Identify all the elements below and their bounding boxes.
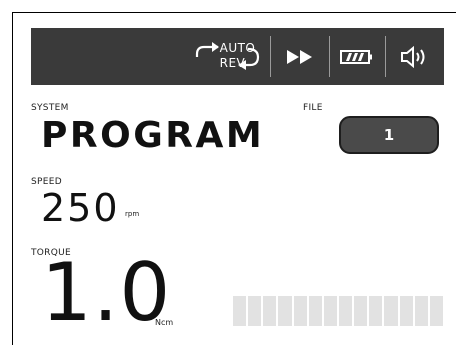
torque-gauge-segment (233, 296, 247, 326)
torque-gauge-segment (354, 296, 368, 326)
speed-unit: rpm (125, 210, 140, 218)
battery-status (330, 28, 385, 85)
torque-gauge-segment (308, 296, 322, 326)
torque-gauge-segment (399, 296, 413, 326)
torque-unit: Ncm (155, 318, 174, 327)
status-toolbar: AUTO REV (31, 28, 444, 85)
fast-forward-icon (286, 49, 312, 64)
torque-gauge-segment (384, 296, 398, 326)
torque-gauge-segment (414, 296, 428, 326)
torque-gauge-segment (338, 296, 353, 326)
auto-reverse-button[interactable]: AUTO REV (192, 28, 270, 85)
torque-gauge-segment (278, 296, 292, 326)
torque-gauge-segment (263, 296, 277, 326)
file-label: FILE (303, 103, 323, 113)
torque-gauge-segment (293, 296, 307, 326)
speed-value: 250 (41, 186, 120, 230)
file-number: 1 (383, 126, 395, 144)
volume-button[interactable] (386, 28, 444, 85)
fast-forward-button[interactable] (270, 28, 328, 85)
torque-value: 1.0 (41, 246, 172, 339)
torque-gauge-segment (369, 296, 383, 326)
speaker-volume-icon (400, 45, 425, 68)
torque-gauge (233, 296, 443, 326)
file-select-button[interactable]: 1 (339, 116, 439, 154)
system-value: PROGRAM (41, 115, 265, 156)
torque-gauge-segment (429, 296, 443, 326)
auto-reverse-icon: AUTO REV (192, 39, 270, 75)
battery-icon (340, 49, 373, 64)
rev-label: REV (219, 55, 246, 70)
torque-gauge-segment (248, 296, 262, 326)
system-label: SYSTEM (31, 103, 69, 113)
torque-gauge-segment (323, 296, 337, 326)
auto-label: AUTO (219, 40, 256, 55)
